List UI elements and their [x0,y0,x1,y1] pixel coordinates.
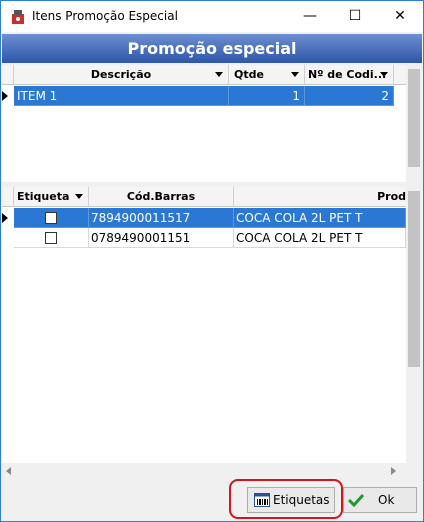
col-descricao[interactable]: Descrição [14,65,229,85]
row-pointer-icon [2,91,8,101]
col-codigos[interactable]: Nº de Codi... [305,65,394,85]
scroll-right-icon[interactable] [391,467,396,475]
col-etiqueta[interactable]: Etiqueta [14,187,89,207]
cell-qtde[interactable]: 1 [229,86,305,106]
products-grid-hscroll[interactable] [2,463,422,479]
col-cod-barras[interactable]: Cód.Barras [89,187,234,207]
cell-codigos[interactable]: 2 [305,86,394,106]
scroll-thumb[interactable] [408,69,420,167]
app-icon [12,10,24,24]
cell-etiqueta[interactable] [14,208,89,228]
col-produto[interactable]: Prod [234,187,406,207]
checkmark-icon [348,493,364,507]
etiqueta-checkbox[interactable] [45,212,57,224]
cell-etiqueta[interactable] [14,228,89,248]
minimize-button[interactable]: — [287,1,333,32]
col-qtde[interactable]: Qtde [229,65,305,85]
items-grid-header: Descrição Qtde Nº de Codi... [2,65,406,85]
close-button[interactable]: ✕ [377,1,423,32]
cell-barcode[interactable]: 7894900011517 [89,208,234,228]
table-row[interactable]: ITEM 1 1 2 [2,86,406,106]
products-grid-vscroll[interactable] [406,187,422,463]
ok-label: Ok [378,493,395,507]
items-grid[interactable]: Descrição Qtde Nº de Codi... ITEM 1 1 2 [2,65,422,182]
items-grid-vscroll[interactable] [406,65,422,182]
row-pointer-icon [2,213,8,223]
products-grid-header: Etiqueta Cód.Barras Prod [2,187,406,207]
title-bar: Itens Promoção Especial — ☐ ✕ [1,1,423,32]
ok-button[interactable]: Ok [343,487,417,513]
table-row[interactable]: 7894900011517 COCA COLA 2L PET T [2,208,406,228]
dropdown-arrow-icon[interactable] [291,72,299,77]
scroll-thumb[interactable] [408,191,420,367]
row-indicator-header [2,187,14,207]
annotation-highlight [229,479,343,519]
dropdown-arrow-icon[interactable] [75,194,83,199]
dropdown-arrow-icon[interactable] [215,72,223,77]
cell-produto[interactable]: COCA COLA 2L PET T [234,228,406,248]
window-title: Itens Promoção Especial [32,9,178,23]
etiqueta-checkbox[interactable] [45,232,57,244]
dropdown-arrow-icon[interactable] [380,72,388,77]
scroll-left-icon[interactable] [6,467,11,475]
products-grid[interactable]: Etiqueta Cód.Barras Prod 7894900011517 C… [2,187,422,463]
cell-descricao[interactable]: ITEM 1 [14,86,229,106]
page-title: Promoção especial [2,34,422,63]
app-window: Itens Promoção Especial — ☐ ✕ Promoção e… [0,0,424,522]
cell-produto[interactable]: COCA COLA 2L PET T [234,208,406,228]
maximize-button[interactable]: ☐ [332,1,378,32]
row-indicator-header [2,65,14,85]
cell-barcode[interactable]: 0789490001151 [89,228,234,248]
table-row[interactable]: 0789490001151 COCA COLA 2L PET T [2,228,406,248]
